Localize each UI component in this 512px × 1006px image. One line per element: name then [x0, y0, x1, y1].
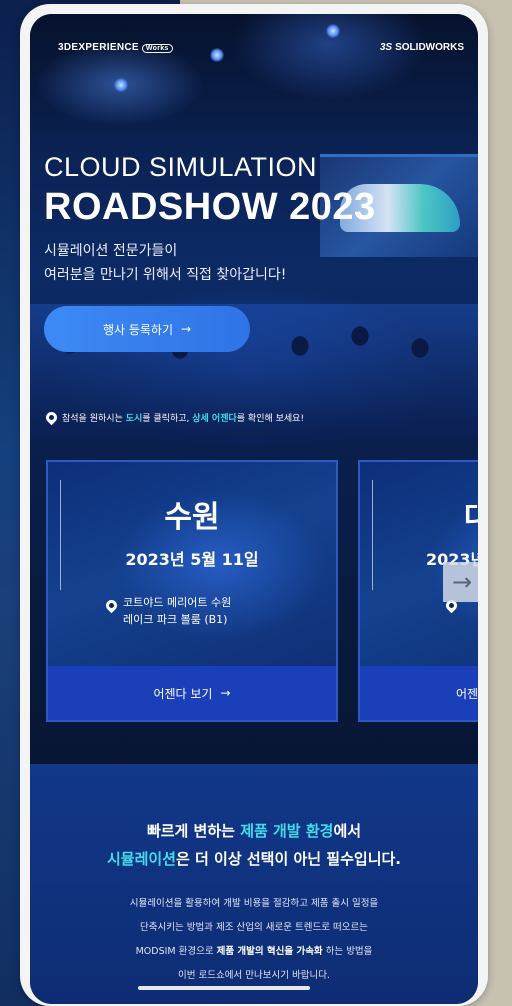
intro-heading-prefix: 빠르게 변하는 [146, 822, 241, 840]
intro-paragraph: 시뮬레이션을 활용하여 개발 비용을 절감하고 제품 출시 일정을 단축시키는 … [50, 892, 458, 988]
intro-paragraph-line3: MODSIM 환경으로 제품 개발의 혁신을 가속화 하는 방법을 [50, 940, 458, 964]
intro-heading-accent: 제품 개발 환경 [240, 822, 334, 840]
intro-paragraph-line4: 이번 로드쇼에서 만나보시기 바랍니다. [178, 970, 330, 981]
register-event-button[interactable]: 행사 등록하기 → [44, 306, 250, 352]
city-carousel[interactable]: 수원 2023년 5월 11일 코트야드 메리어트 수원 레이크 파크 볼룸 (… [30, 444, 478, 764]
stage-light [326, 24, 340, 38]
solidworks-logo: 3S SOLIDWORKS [380, 42, 464, 53]
solidworks-logo-text: SOLIDWORKS [395, 42, 464, 53]
view-agenda-button[interactable]: 어젠 [360, 666, 478, 720]
para-line3-suffix: 하는 방법을 [322, 946, 373, 957]
card-city: 대 [464, 500, 478, 535]
card-date: 2023년 5월 11일 [125, 550, 259, 569]
phone-frame: 3DEXPERIENCE Works 3S SOLIDWORKS CLOUD SIM… [20, 4, 488, 1006]
intro-paragraph-line2: 단축시키는 방법과 제조 산업의 새로운 트렌드로 떠오르는 [140, 922, 368, 933]
card-venue-line1: 코트야드 메리어트 수원 [123, 596, 232, 609]
ds-logo-mark: 3S [379, 42, 393, 53]
city-card-suwon[interactable]: 수원 2023년 5월 11일 코트야드 메리어트 수원 레이크 파크 볼룸 (… [46, 460, 338, 722]
3dexperience-logo: 3DEXPERIENCE Works [58, 42, 173, 53]
intro-paragraph-line1: 시뮬레이션을 활용하여 개발 비용을 절감하고 제품 출시 일정을 [129, 898, 379, 909]
arrow-right-icon: → [451, 568, 473, 596]
hint-mid: 를 클릭하고, [142, 414, 193, 424]
hint-prefix: 참석을 원하시는 [62, 414, 126, 424]
para-line3-bold: 제품 개발의 혁신을 가속화 [216, 946, 323, 957]
stage-light [210, 48, 224, 62]
intro-heading-line1: 빠르게 변하는 제품 개발 환경에서 [30, 820, 478, 841]
intro-heading2-suffix: 은 더 이상 선택이 아닌 필수입니다. [176, 850, 402, 868]
3dexperience-logo-text: 3DEXPERIENCE [58, 42, 139, 53]
hero-subtitle: 시뮬레이션 전문가들이 여러분을 만나기 위해서 직접 찾아갑니다! [44, 239, 286, 287]
card-decor-line [372, 480, 373, 590]
hint-city: 도시 [125, 414, 143, 424]
view-agenda-button[interactable]: 어젠다 보기 → [48, 666, 336, 720]
hint-text: 참석을 원하시는 도시를 클릭하고, 상세 어젠다를 확인해 보세요! [62, 411, 304, 424]
intro-section: 빠르게 변하는 제품 개발 환경에서 시뮬레이션은 더 이상 선택이 아닌 필수… [30, 764, 478, 1004]
hero-banner: 3DEXPERIENCE Works 3S SOLIDWORKS CLOUD SIM… [30, 14, 478, 444]
carousel-next-button[interactable]: → [443, 562, 478, 602]
home-indicator [138, 986, 310, 990]
location-pin-icon [43, 409, 60, 426]
hint-agenda: 상세 어젠다 [192, 414, 237, 424]
phone-screen[interactable]: 3DEXPERIENCE Works 3S SOLIDWORKS CLOUD SIM… [30, 14, 478, 1004]
location-pin-icon [103, 597, 120, 614]
para-line3-prefix: MODSIM 환경으로 [135, 946, 217, 957]
hero-subtitle-line1: 시뮬레이션 전문가들이 [44, 243, 178, 259]
hero-title-line1: CLOUD SIMULATION [44, 152, 318, 182]
works-badge: Works [141, 44, 173, 53]
arrow-right-icon: → [220, 686, 231, 700]
intro-heading2-accent: 시뮬레이션 [106, 850, 176, 868]
intro-heading-suffix: 에서 [333, 822, 362, 840]
hero-title-line2: ROADSHOW 2023 [44, 186, 376, 228]
hero-subtitle-line2: 여러분을 만나기 위해서 직접 찾아갑니다! [44, 267, 287, 283]
card-venue: 코트야드 메리어트 수원 레이크 파크 볼룸 (B1) [103, 594, 232, 628]
card-venue-line2: 레이크 파크 볼룸 (B1) [123, 613, 228, 626]
card-city: 수원 [164, 500, 220, 535]
register-event-label: 행사 등록하기 [102, 322, 173, 337]
stage-light [114, 78, 128, 92]
hint-suffix: 를 확인해 보세요! [236, 414, 305, 424]
view-agenda-label: 어젠 [456, 686, 478, 701]
intro-heading-line2: 시뮬레이션은 더 이상 선택이 아닌 필수입니다. [30, 848, 478, 869]
arrow-right-icon: → [181, 322, 192, 336]
location-hint: 참석을 원하시는 도시를 클릭하고, 상세 어젠다를 확인해 보세요! [43, 409, 304, 426]
view-agenda-label: 어젠다 보기 [153, 686, 213, 701]
